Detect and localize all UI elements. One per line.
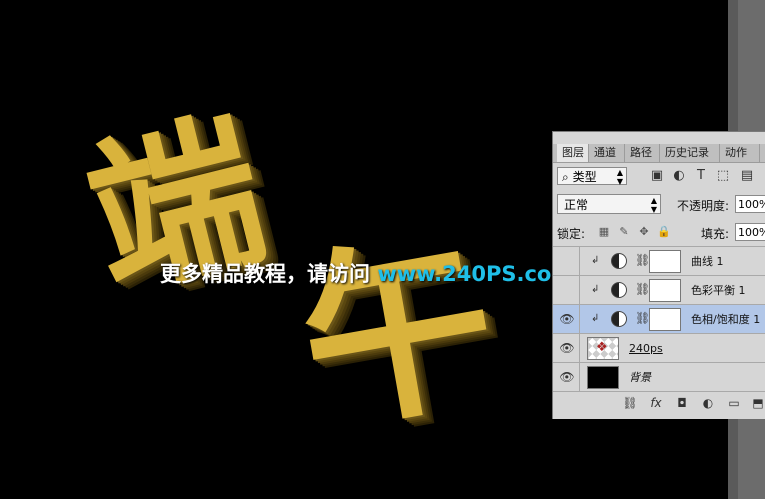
panel-bottom-toolbar: ⛓ fx ◘ ◐ ▭ ⬒ (553, 391, 765, 414)
search-icon: ⌕ (562, 170, 569, 184)
layer-row-hue-saturation[interactable]: 👁 ↲ ⛓ 色相/饱和度 1 (553, 304, 765, 334)
blend-mode-value: 正常 (564, 198, 589, 212)
adjustment-layer-icon (611, 282, 627, 298)
lock-transparent-icon[interactable]: ▦ (597, 225, 611, 239)
visibility-toggle[interactable]: 👁 (555, 363, 580, 392)
chain-link-icon[interactable]: ⛓ (635, 282, 650, 296)
layer-name: 色相/饱和度 1 (691, 313, 761, 326)
smart-object-thumbnail: ❖ (587, 337, 619, 360)
layers-panel: 图层 通道 路径 历史记录 动作 ⌕ 类型 ▲ ▼ ▣ ◐ T ⬚ ▤ 正常 ▲ ▼… (552, 131, 765, 419)
layer-row-color-balance[interactable]: 👁 ↲ ⛓ 色彩平衡 1 (553, 275, 765, 305)
adjustment-layer-icon (611, 311, 627, 327)
select-arrows-icon: ▲ ▼ (616, 168, 623, 186)
artwork-char-wu: 午 (284, 206, 511, 460)
fill-label: 填充: (701, 227, 730, 241)
adjust-filter-icon[interactable]: ◐ (671, 168, 687, 184)
tab-layers[interactable]: 图层 (557, 144, 589, 162)
lock-label: 锁定: (557, 227, 586, 241)
watermark-url: www.240PS.com (377, 262, 574, 286)
watermark-text: 更多精品教程，请访问 (160, 262, 378, 286)
watermark: 更多精品教程，请访问 www.240PS.com (160, 258, 573, 288)
lock-position-icon[interactable]: ✥ (637, 225, 651, 239)
filter-row: ⌕ 类型 ▲ ▼ ▣ ◐ T ⬚ ▤ (557, 167, 762, 187)
mask-icon[interactable]: ◘ (673, 395, 691, 411)
adjustment-layer-icon (611, 253, 627, 269)
artwork-char-duan: 端 (69, 90, 276, 325)
layer-mask-thumbnail[interactable] (649, 250, 681, 273)
link-icon[interactable]: ⛓ (621, 395, 639, 411)
layer-row-240ps[interactable]: 👁 ❖ 240ps (553, 333, 765, 363)
smart-filter-icon[interactable]: ▤ (739, 168, 755, 184)
image-filter-icon[interactable]: ▣ (649, 168, 665, 184)
visibility-toggle[interactable]: 👁 (555, 247, 580, 276)
clip-arrow-icon: ↲ (591, 255, 600, 266)
visibility-toggle[interactable]: 👁 (555, 305, 580, 334)
clip-arrow-icon: ↲ (591, 313, 600, 324)
layer-name: 背景 (629, 371, 651, 384)
layer-mask-thumbnail[interactable] (649, 279, 681, 302)
blend-row: 正常 ▲▼ 不透明度: 100% (557, 194, 765, 216)
opacity-label: 不透明度: (677, 199, 730, 213)
filter-kind-select[interactable]: ⌕ 类型 ▲ ▼ (557, 167, 627, 186)
visibility-toggle[interactable]: 👁 (555, 276, 580, 305)
adjustment-icon[interactable]: ◐ (699, 395, 717, 411)
layer-mask-thumbnail[interactable] (649, 308, 681, 331)
fx-icon[interactable]: fx (647, 395, 665, 411)
fill-field[interactable]: 100% (735, 223, 765, 241)
clip-arrow-icon: ↲ (591, 284, 600, 295)
chain-link-icon[interactable]: ⛓ (635, 253, 650, 267)
opacity-field[interactable]: 100% (735, 195, 765, 213)
blend-mode-select[interactable]: 正常 ▲ ▼ (557, 194, 661, 214)
layer-name: 色彩平衡 1 (691, 284, 746, 297)
background-thumbnail (587, 366, 619, 389)
shape-filter-icon[interactable]: ⬚ (715, 168, 731, 184)
layer-list: 👁 ↲ ⛓ 曲线 1 👁 ↲ ⛓ 色彩平衡 1 👁 ↲ ⛓ 色相/饱和度 1 👁… (553, 246, 765, 392)
smart-object-icon: ❖ (596, 340, 608, 355)
panel-tabs: 图层 通道 路径 历史记录 动作 (553, 144, 765, 163)
text-filter-icon[interactable]: T (693, 168, 709, 184)
chain-link-icon[interactable]: ⛓ (635, 311, 650, 325)
lock-row: 锁定: ▦ ✎ ✥ 🔒 填充: 100% (557, 223, 765, 243)
tab-history[interactable]: 历史记录 (660, 144, 720, 162)
layer-name: 曲线 1 (691, 255, 724, 268)
visibility-toggle[interactable]: 👁 (555, 334, 580, 363)
filter-kind-label: 类型 (572, 170, 597, 184)
new-layer-icon[interactable]: ⬒ (749, 395, 765, 411)
tab-channels[interactable]: 通道 (589, 144, 625, 162)
tab-actions[interactable]: 动作 (720, 144, 760, 162)
tab-paths[interactable]: 路径 (625, 144, 660, 162)
lock-pixels-icon[interactable]: ✎ (617, 225, 631, 239)
folder-icon[interactable]: ▭ (725, 395, 743, 411)
select-arrows-icon: ▲ ▼ (650, 196, 657, 214)
layer-row-curves[interactable]: 👁 ↲ ⛓ 曲线 1 (553, 246, 765, 276)
layer-name: 240ps (629, 342, 663, 355)
layer-row-background[interactable]: 👁 背景 (553, 362, 765, 392)
lock-all-icon[interactable]: 🔒 (657, 225, 671, 239)
